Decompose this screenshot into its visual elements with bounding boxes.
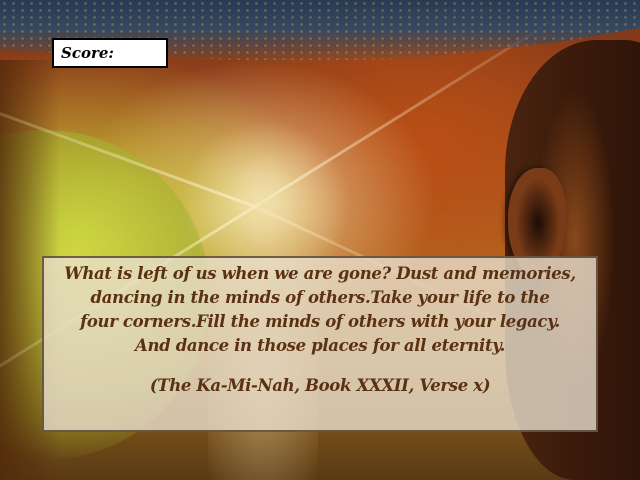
quote-panel: What is left of us when we are gone? Dus…: [42, 256, 598, 432]
quote-line: dancing in the minds of others.Take your…: [90, 288, 550, 307]
quote-line: What is left of us when we are gone? Dus…: [64, 264, 576, 283]
quote-citation: (The Ka-Mi-Nah, Book XXXII, Verse x): [149, 376, 491, 395]
quote-line: four corners.Fill the minds of others wi…: [80, 312, 560, 331]
quote-line: And dance in those places for all eterni…: [135, 336, 505, 355]
score-label: Score:: [61, 44, 114, 62]
score-box: Score:: [52, 38, 168, 68]
